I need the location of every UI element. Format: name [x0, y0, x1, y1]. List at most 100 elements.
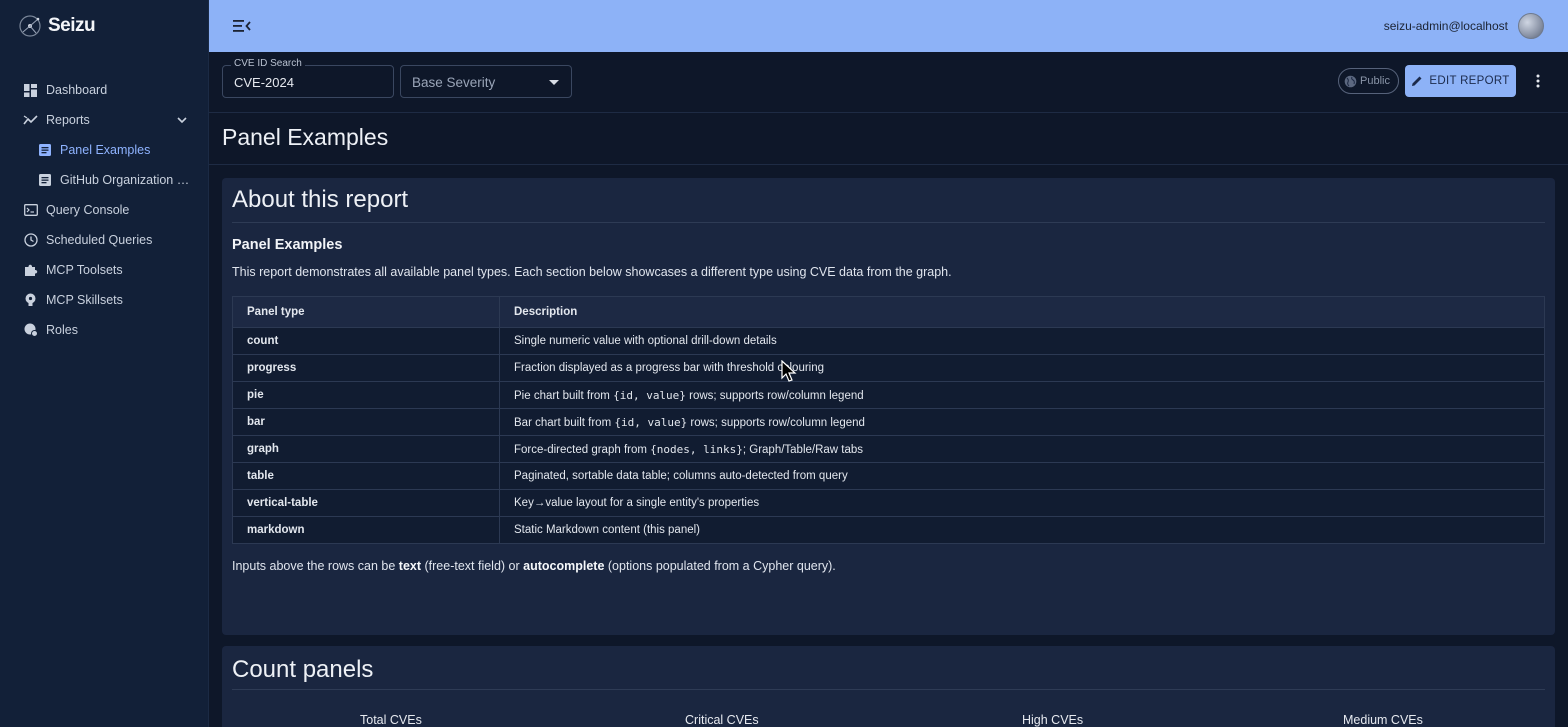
inline-code: {nodes, links}	[650, 442, 743, 456]
dashboard-icon	[23, 83, 38, 98]
lightbulb-icon	[23, 293, 38, 308]
panel-type-cell: markdown	[232, 516, 500, 544]
footer-text: (options populated from a Cypher query).	[604, 559, 836, 573]
panel-type-cell: pie	[232, 381, 500, 409]
divider	[209, 164, 1568, 165]
sidebar: Seizu Dashboard Reports Panel Examples G…	[0, 0, 209, 727]
sidebar-item-dashboard[interactable]: Dashboard	[0, 75, 209, 105]
panel-type-cell: progress	[232, 354, 500, 382]
description-text: ; Graph/Table/Raw tabs	[742, 443, 864, 456]
page-title: Panel Examples	[222, 124, 389, 150]
table-row: markdown Static Markdown content (this p…	[232, 516, 1545, 544]
description-cell: Bar chart built from {id, value} rows; s…	[499, 408, 1545, 436]
sidebar-item-label: MCP Toolsets	[46, 263, 123, 277]
cve-id-search-label: CVE ID Search	[231, 58, 305, 69]
about-heading: About this report	[232, 186, 409, 213]
more-vertical-icon[interactable]	[1530, 73, 1546, 89]
edit-report-label: EDIT REPORT	[1429, 75, 1510, 87]
count-panel-labels: Total CVEs Critical CVEs High CVEs Mediu…	[222, 713, 1555, 727]
description-text: rows; supports row/column legend	[685, 389, 864, 402]
table-row: progress Fraction displayed as a progres…	[232, 354, 1545, 382]
globe-icon	[1344, 75, 1357, 87]
sidebar-item-mcp-skillsets[interactable]: MCP Skillsets	[0, 285, 209, 315]
sidebar-item-label: MCP Skillsets	[46, 293, 123, 307]
panel-type-cell: bar	[232, 408, 500, 436]
count-label-critical: Critical CVEs	[685, 713, 759, 727]
description-cell: Key→value layout for a single entity's p…	[499, 489, 1545, 517]
user-email: seizu-admin@localhost	[1383, 19, 1508, 33]
table-row: table Paginated, sortable data table; co…	[232, 462, 1545, 490]
sidebar-item-github-organization[interactable]: GitHub Organization S...	[0, 165, 209, 195]
count-label-medium: Medium CVEs	[1343, 713, 1423, 727]
about-report-panel: About this report Panel Examples This re…	[222, 178, 1555, 635]
brand-name: Seizu	[48, 15, 96, 36]
menu-open-icon[interactable]	[233, 18, 251, 34]
brand[interactable]: Seizu	[18, 14, 96, 38]
chevron-down-icon[interactable]	[175, 113, 189, 127]
about-footer-note: Inputs above the rows can be text (free-…	[232, 559, 836, 573]
table-row: graph Force-directed graph from {nodes, …	[232, 435, 1545, 463]
terminal-icon	[23, 203, 38, 218]
count-panels-heading: Count panels	[232, 656, 374, 683]
sidebar-item-mcp-toolsets[interactable]: MCP Toolsets	[0, 255, 209, 285]
roles-icon	[23, 323, 38, 338]
table-header-row: Panel type Description	[232, 296, 1545, 328]
inline-code: {id, value}	[614, 415, 688, 429]
about-subheading: Panel Examples	[232, 237, 343, 253]
inline-code: {id, value}	[613, 388, 686, 402]
table-row: pie Pie chart built from {id, value} row…	[232, 381, 1545, 409]
sidebar-item-label: Query Console	[46, 203, 130, 217]
footer-bold-text: text	[398, 559, 422, 573]
panel-type-cell: count	[232, 327, 500, 355]
sidebar-item-reports[interactable]: Reports	[0, 105, 209, 135]
base-severity-select[interactable]: Base Severity	[400, 65, 572, 98]
public-label: Public	[1360, 75, 1390, 87]
sidebar-item-roles[interactable]: Roles	[0, 315, 209, 345]
sidebar-item-label: Dashboard	[46, 83, 108, 97]
edit-report-button[interactable]: EDIT REPORT	[1405, 65, 1516, 97]
cve-id-search-input[interactable]: CVE ID Search CVE-2024	[222, 58, 394, 98]
sidebar-item-scheduled-queries[interactable]: Scheduled Queries	[0, 225, 209, 255]
table-row: bar Bar chart built from {id, value} row…	[232, 408, 1545, 436]
divider	[232, 222, 1545, 223]
panel-types-table: Panel type Description count Single nume…	[232, 296, 1545, 544]
table-row: count Single numeric value with optional…	[232, 327, 1545, 355]
panel-type-cell: vertical-table	[232, 489, 500, 517]
description-cell: Paginated, sortable data table; columns …	[499, 462, 1545, 490]
mouse-cursor-icon	[781, 360, 797, 382]
about-description: This report demonstrates all available p…	[232, 265, 952, 279]
description-text: Bar chart built from	[514, 416, 615, 429]
avatar[interactable]	[1518, 13, 1544, 39]
sidebar-item-panel-examples[interactable]: Panel Examples	[0, 135, 209, 165]
pencil-icon	[1412, 76, 1422, 86]
footer-bold-autocomplete: autocomplete	[523, 559, 605, 573]
count-label-high: High CVEs	[1022, 713, 1084, 727]
column-header-panel-type: Panel type	[232, 296, 500, 328]
description-cell: Pie chart built from {id, value} rows; s…	[499, 381, 1545, 409]
sidebar-item-label: Reports	[46, 113, 90, 127]
count-panels-section: Count panels Total CVEs Critical CVEs Hi…	[222, 646, 1555, 727]
description-cell: Fraction displayed as a progress bar wit…	[499, 354, 1545, 382]
top-app-bar: seizu-admin@localhost	[209, 0, 1568, 52]
public-visibility-chip[interactable]: Public	[1338, 68, 1399, 94]
table-row: vertical-table Key→value layout for a si…	[232, 489, 1545, 517]
seizu-logo-icon	[19, 15, 41, 37]
reports-chart-icon	[23, 113, 38, 128]
puzzle-icon	[23, 263, 38, 278]
description-cell: Static Markdown content (this panel)	[499, 516, 1545, 544]
sidebar-item-label: Scheduled Queries	[46, 233, 153, 247]
sidebar-item-label: GitHub Organization S...	[60, 173, 190, 187]
divider	[232, 689, 1545, 690]
dropdown-arrow-icon	[549, 80, 559, 85]
sidebar-nav: Dashboard Reports Panel Examples GitHub …	[0, 75, 209, 345]
panel-type-cell: table	[232, 462, 500, 490]
sidebar-item-label: Panel Examples	[60, 143, 151, 157]
sidebar-item-query-console[interactable]: Query Console	[0, 195, 209, 225]
description-text: rows; supports row/column legend	[687, 416, 865, 429]
column-header-description: Description	[499, 296, 1545, 328]
count-label-total: Total CVEs	[360, 713, 422, 727]
document-icon	[37, 173, 52, 188]
panel-type-cell: graph	[232, 435, 500, 463]
description-cell: Force-directed graph from {nodes, links}…	[499, 435, 1545, 463]
sidebar-item-label: Roles	[46, 323, 78, 337]
